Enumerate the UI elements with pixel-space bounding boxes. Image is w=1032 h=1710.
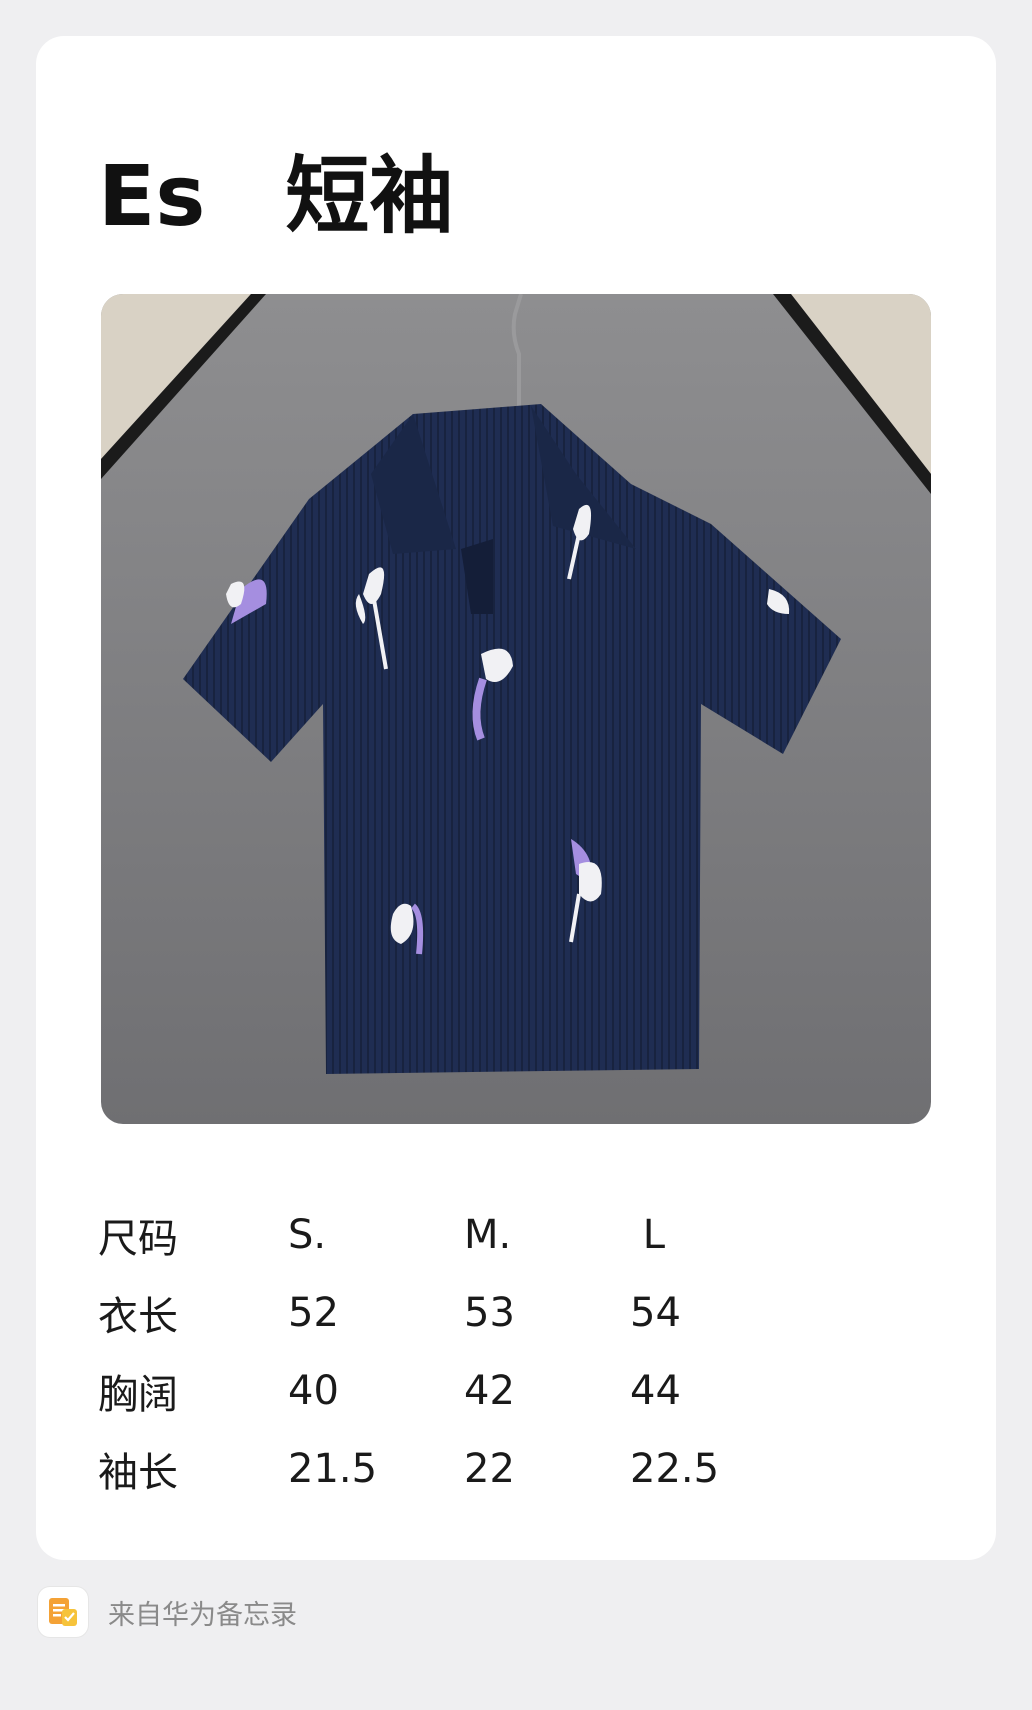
source-footer[interactable]: 来自华为备忘录 — [38, 1587, 297, 1637]
title-item: 短袖 — [285, 147, 454, 245]
table-cell: 52 — [288, 1290, 339, 1336]
table-cell: 44 — [630, 1368, 681, 1414]
table-cell: 21.5 — [288, 1446, 378, 1492]
source-label: 来自华为备忘录 — [108, 1599, 297, 1631]
table-cell: 尺码 — [98, 1216, 178, 1262]
table-cell: 42 — [464, 1368, 515, 1414]
table-row: 胸阔 40 42 44 — [98, 1352, 760, 1430]
table-cell: 22 — [464, 1446, 515, 1492]
table-row: 尺码 S. M. L — [98, 1196, 760, 1274]
notes-app-icon — [38, 1587, 88, 1637]
table-cell: 22.5 — [630, 1446, 720, 1492]
table-row: 袖长 21.5 22 22.5 — [98, 1430, 760, 1508]
table-cell: 40 — [288, 1368, 339, 1414]
table-cell: 胸阔 — [98, 1372, 178, 1418]
product-photo[interactable] — [101, 294, 931, 1124]
note-card: Es 短袖 尺码 S. M. L 衣长 52 53 54 胸阔 40 42 44… — [36, 36, 996, 1560]
table-cell: 53 — [464, 1290, 515, 1336]
table-cell: S. — [288, 1212, 327, 1258]
table-row: 衣长 52 53 54 — [98, 1274, 760, 1352]
table-cell: 袖长 — [98, 1450, 178, 1496]
table-cell: 衣长 — [98, 1294, 178, 1340]
table-cell: L — [630, 1212, 665, 1258]
table-cell: M. — [464, 1212, 512, 1258]
size-table: 尺码 S. M. L 衣长 52 53 54 胸阔 40 42 44 袖长 21… — [98, 1196, 760, 1508]
title-brand: Es — [98, 147, 206, 245]
product-photo-illustration — [101, 294, 931, 1124]
table-cell: 54 — [630, 1290, 681, 1336]
note-title: Es 短袖 — [98, 154, 453, 238]
notes-app-glyph — [49, 1598, 77, 1626]
